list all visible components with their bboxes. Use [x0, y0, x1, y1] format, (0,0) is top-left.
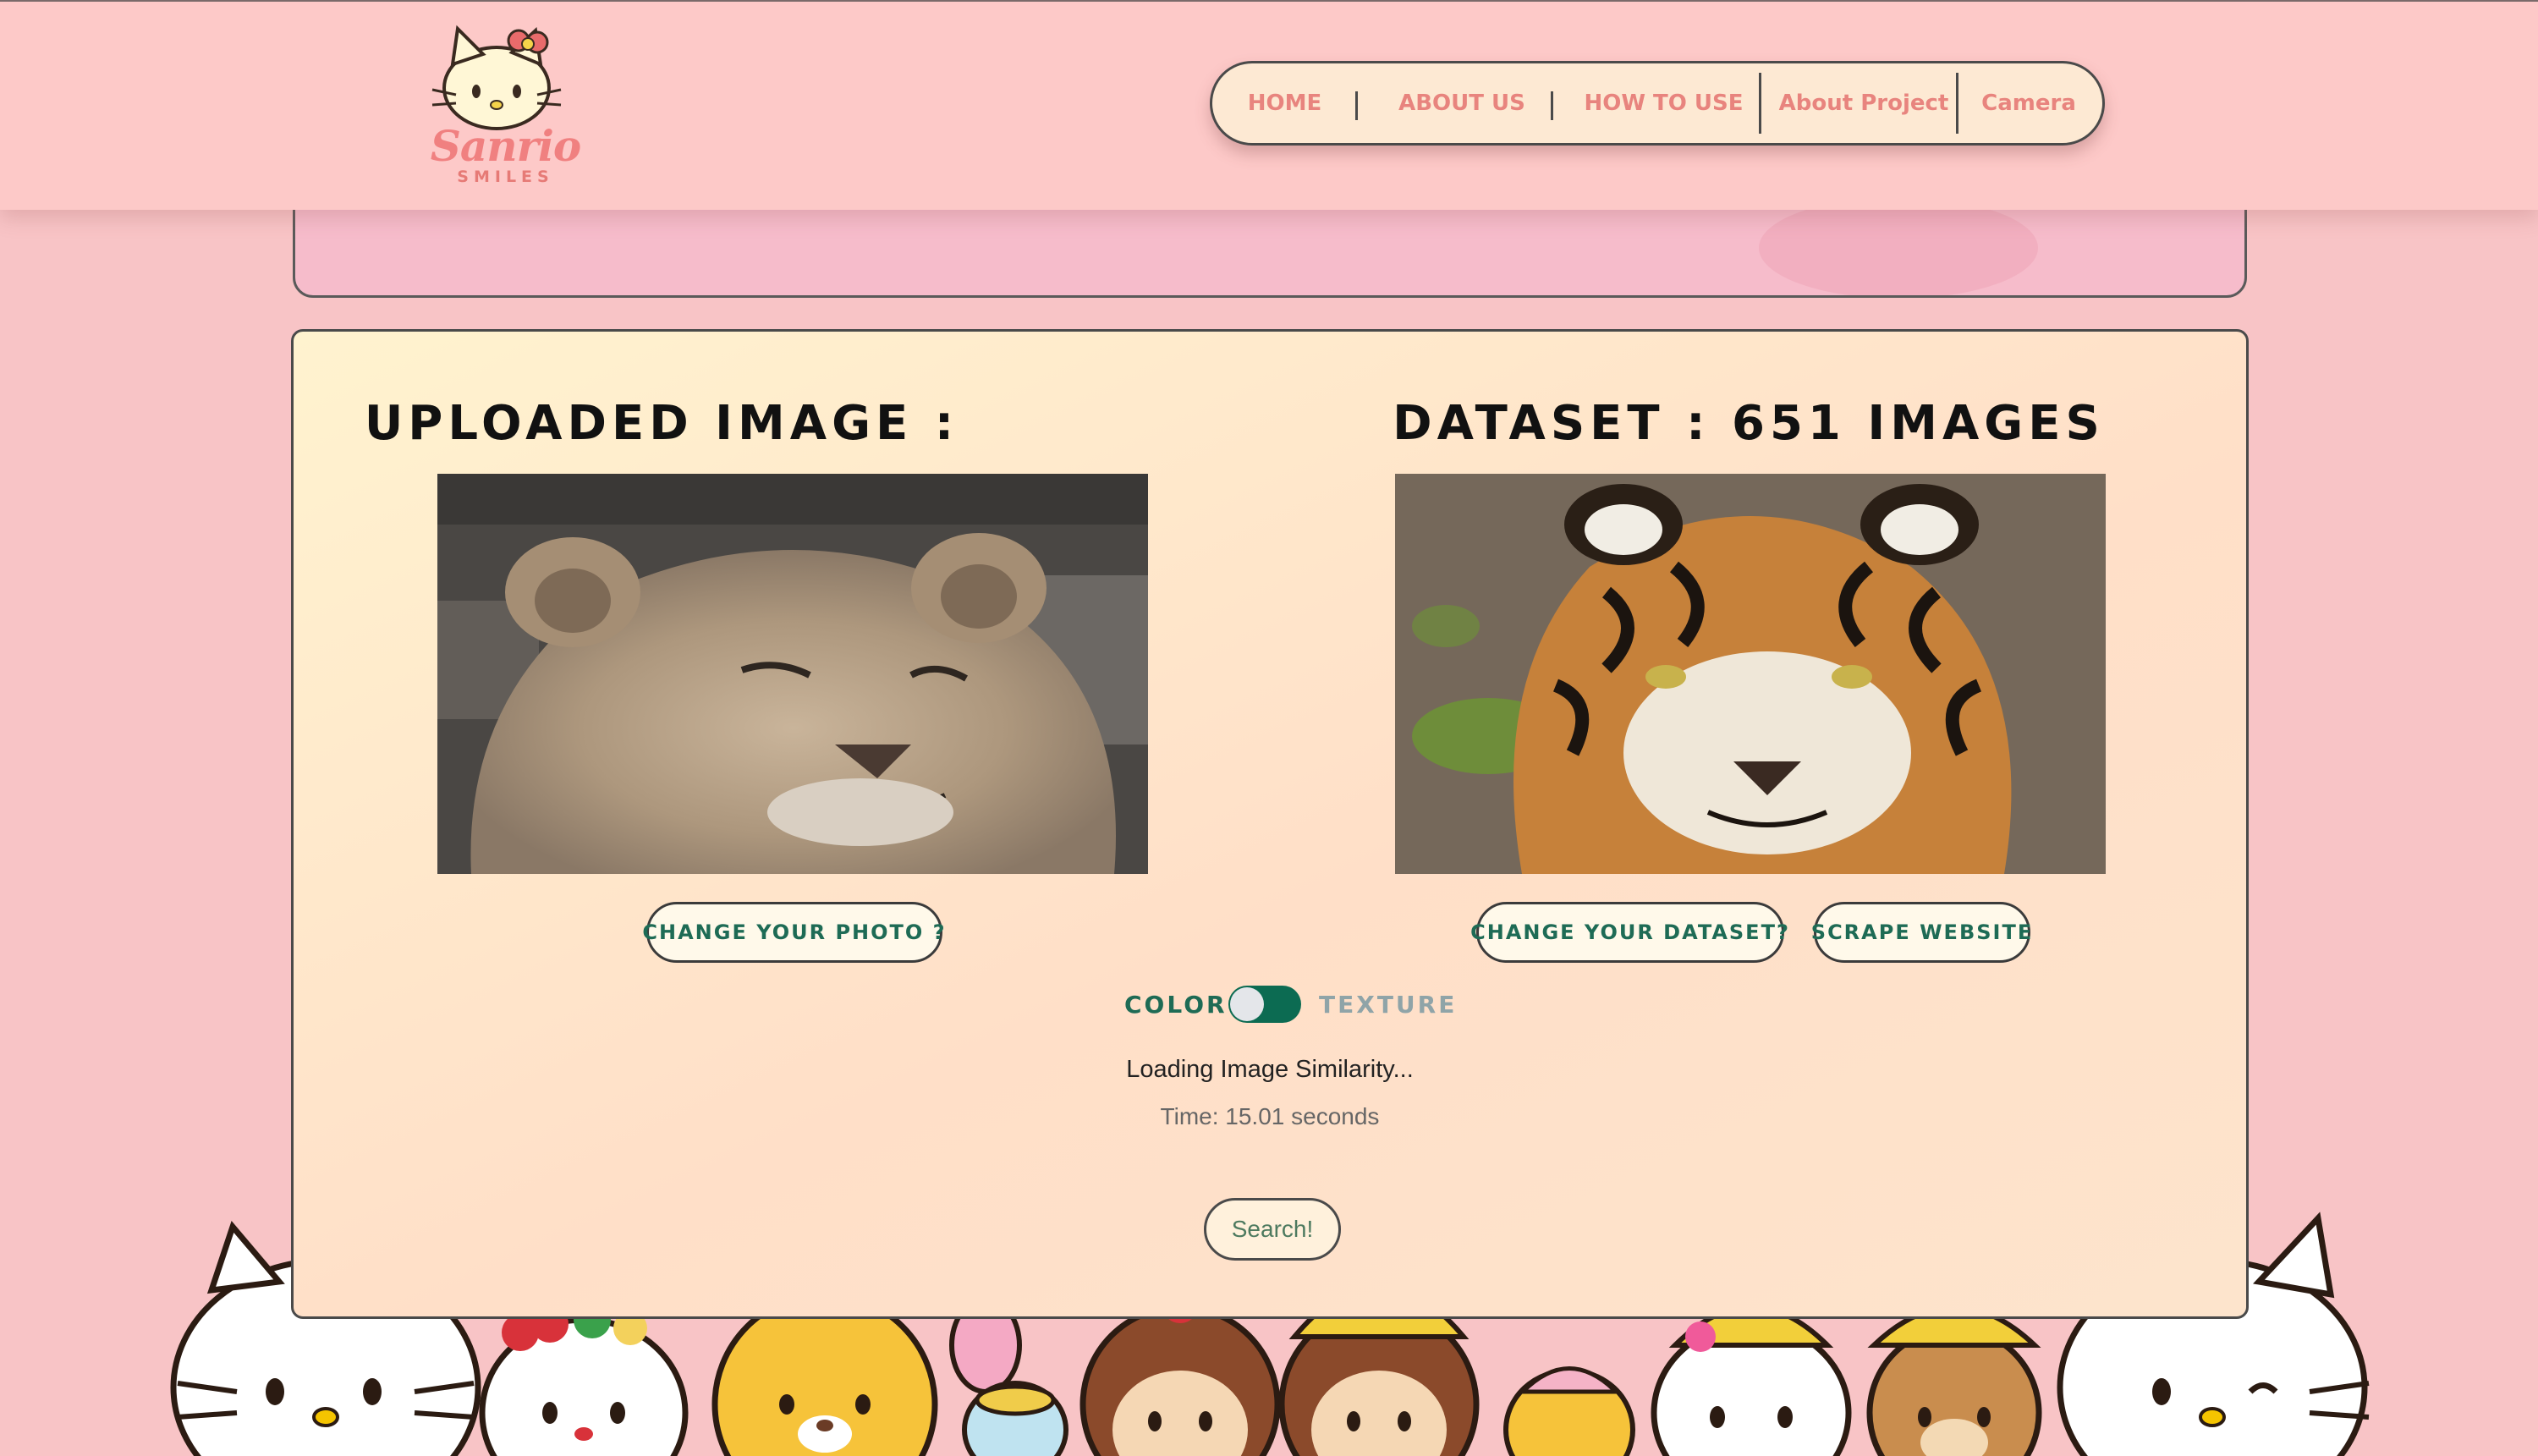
- nav-divider: [1551, 91, 1553, 120]
- nav-divider: [1956, 73, 1958, 134]
- nav-divider: [1355, 91, 1358, 120]
- main-nav: HOME ABOUT US HOW TO USE About Project C…: [1210, 61, 2105, 146]
- change-dataset-button[interactable]: CHANGE YOUR DATASET?: [1470, 902, 1788, 963]
- top-navbar: Sanrio SMILES HOME ABOUT US HOW TO USE A…: [0, 0, 2538, 210]
- uploaded-image: [437, 474, 1148, 874]
- logo-text: Sanrio: [430, 121, 582, 171]
- elapsed-time: Time: 15.01 seconds: [1160, 1103, 1380, 1129]
- dataset-title: DATASET : 651 IMAGES: [1393, 395, 2105, 451]
- nav-divider: [1759, 73, 1761, 134]
- nav-camera[interactable]: Camera: [1965, 63, 2092, 143]
- nav-about-project[interactable]: About Project: [1772, 63, 1955, 143]
- nav-how-to-use[interactable]: HOW TO USE: [1561, 63, 1766, 143]
- texture-label: TEXTURE: [1319, 990, 1458, 1019]
- image-search-card: UPLOADED IMAGE : DATASET : 651 IMAGES CH…: [291, 329, 2249, 1319]
- color-label: COLOR: [1124, 990, 1228, 1019]
- color-texture-toggle[interactable]: [1228, 986, 1301, 1023]
- logo-subtitle: SMILES: [457, 168, 554, 186]
- feature-toggle-row: COLOR TEXTURE: [294, 983, 2246, 1025]
- search-button[interactable]: Search!: [1204, 1198, 1341, 1261]
- logo[interactable]: Sanrio SMILES: [427, 22, 584, 188]
- scrape-website-button[interactable]: SCRAPE WEBSITE: [1811, 902, 2031, 963]
- uploaded-image-title: UPLOADED IMAGE :: [364, 395, 959, 451]
- dataset-image: [1395, 474, 2106, 874]
- toggle-knob: [1230, 987, 1264, 1021]
- loading-status: Loading Image Similarity...: [1126, 1056, 1414, 1083]
- nav-home[interactable]: HOME: [1228, 63, 1342, 143]
- banner-decoration: [1759, 197, 2038, 295]
- change-photo-button[interactable]: CHANGE YOUR PHOTO ?: [642, 902, 945, 963]
- nav-about-us[interactable]: ABOUT US: [1368, 63, 1556, 143]
